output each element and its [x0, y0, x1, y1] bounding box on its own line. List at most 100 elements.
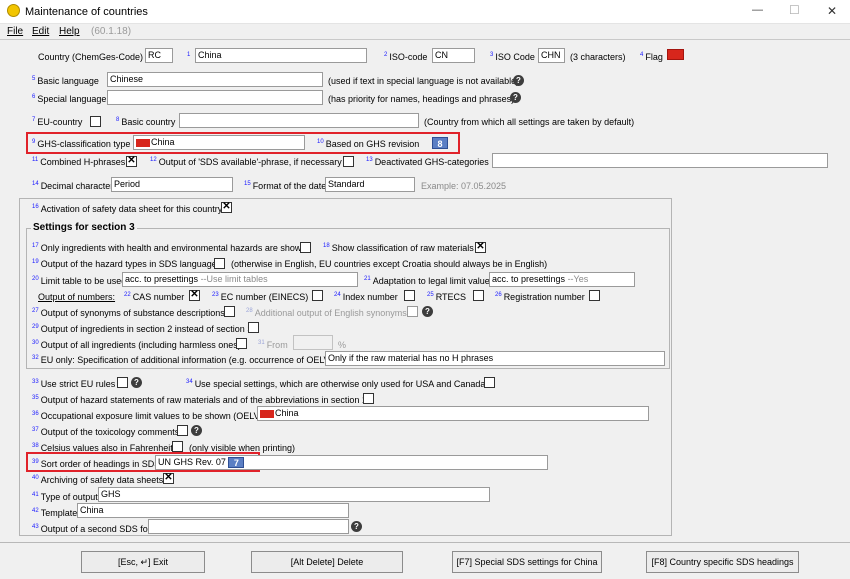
- oelv-input[interactable]: China: [257, 406, 649, 421]
- menu-file[interactable]: File: [7, 26, 23, 37]
- text: Output of the hazard types in SDS langua…: [40, 259, 217, 269]
- text: Index number: [342, 292, 398, 302]
- num: 33: [32, 379, 39, 385]
- num: 31: [258, 340, 265, 346]
- decimal-input[interactable]: Period: [111, 177, 233, 192]
- num: 11: [32, 157, 39, 163]
- help-icon[interactable]: ?: [422, 306, 433, 317]
- text: RTECS: [435, 292, 467, 302]
- flag-china-icon[interactable]: [667, 49, 684, 60]
- maximize-button[interactable]: ☐: [789, 3, 800, 17]
- special-language-input[interactable]: [107, 90, 323, 105]
- country-code-input[interactable]: RC: [145, 48, 173, 63]
- eu-country-checkbox[interactable]: [90, 116, 101, 127]
- ec-checkbox[interactable]: [312, 290, 323, 301]
- sds-available-checkbox[interactable]: [343, 156, 354, 167]
- text: Output of 'SDS available'-phrase, if nec…: [158, 157, 342, 167]
- text: Occupational exposure limit values to be…: [40, 411, 263, 421]
- iso3-hint: (3 characters): [570, 52, 626, 62]
- menu-help[interactable]: Help: [59, 26, 80, 37]
- menu-edit[interactable]: Edit: [32, 26, 49, 37]
- sds-activation-checkbox[interactable]: [221, 201, 232, 213]
- limit-table-input[interactable]: acc. to presettings --Use limit tables: [122, 272, 358, 287]
- ghs-revision-badge[interactable]: 8: [432, 137, 448, 149]
- text: UN GHS Rev. 07: [158, 457, 226, 467]
- basic-country-input[interactable]: [179, 113, 419, 128]
- date-format-input[interactable]: Standard: [325, 177, 415, 192]
- num: 10: [317, 139, 324, 145]
- flag-label: 4 Flag: [640, 51, 663, 65]
- strict-eu-checkbox[interactable]: [117, 377, 128, 388]
- ghs-type-input[interactable]: China: [133, 135, 305, 150]
- special-usa-checkbox[interactable]: [484, 377, 495, 388]
- text: Use special settings, which are otherwis…: [194, 379, 486, 389]
- country-name-input[interactable]: China: [195, 48, 367, 63]
- help-icon[interactable]: ?: [510, 92, 521, 103]
- index-checkbox[interactable]: [404, 290, 415, 301]
- type-output-input[interactable]: GHS: [98, 487, 490, 502]
- eu-only-label: 32 EU only: Specification of additional i…: [32, 354, 337, 368]
- help-icon[interactable]: ?: [191, 425, 202, 436]
- basic-language-input[interactable]: Chinese: [107, 72, 323, 87]
- sort-order-input[interactable]: UN GHS Rev. 07 7: [155, 455, 548, 470]
- celsius-checkbox[interactable]: [172, 441, 183, 452]
- help-icon[interactable]: ?: [513, 75, 524, 86]
- num: 40: [32, 475, 39, 481]
- archiving-checkbox[interactable]: [163, 472, 174, 484]
- special-language-label: 6 Special language: [32, 93, 106, 107]
- cas-checkbox[interactable]: [189, 289, 200, 301]
- limit-table-label: 20 Limit table to be used: [32, 275, 126, 289]
- english-synonyms-checkbox[interactable]: [407, 306, 418, 317]
- flag-china-icon: [136, 138, 150, 147]
- text: Only ingredients with health and environ…: [40, 243, 307, 253]
- registration-checkbox[interactable]: [589, 290, 600, 301]
- hazard-statements-checkbox[interactable]: [363, 393, 374, 404]
- text: acc. to presettings: [125, 274, 199, 284]
- close-button[interactable]: ✕: [827, 4, 837, 18]
- text: Format of the date: [252, 181, 327, 191]
- help-icon[interactable]: ?: [131, 377, 142, 388]
- special-sds-settings-button[interactable]: [F7] Special SDS settings for China: [452, 551, 602, 573]
- combined-h-checkbox[interactable]: [126, 155, 137, 167]
- template-input[interactable]: China: [77, 503, 349, 518]
- num: 6: [32, 94, 36, 100]
- num: 4: [640, 52, 644, 58]
- deactivated-ghs-input[interactable]: [492, 153, 828, 168]
- text: Output of all ingredients (including har…: [40, 340, 241, 350]
- all-ingredients-checkbox[interactable]: [236, 338, 247, 349]
- exit-button[interactable]: [Esc, ↵] Exit: [81, 551, 205, 573]
- text: China: [151, 137, 175, 147]
- country-sds-headings-button[interactable]: [F8] Country specific SDS headings: [646, 551, 799, 573]
- show-classification-checkbox[interactable]: [475, 241, 486, 253]
- only-ingredients-checkbox[interactable]: [300, 242, 311, 253]
- iso-code-input[interactable]: CN: [432, 48, 475, 63]
- num: 32: [32, 355, 39, 361]
- text: Special language: [37, 94, 107, 104]
- index-label: 24 Index number: [334, 291, 398, 305]
- text: Output of a second SDS for: [40, 524, 151, 534]
- iso3-label: 3 ISO Code: [490, 51, 535, 65]
- basic-country-label: 8 Basic country: [116, 116, 175, 130]
- num: 36: [32, 411, 39, 417]
- eu-only-input[interactable]: Only if the raw material has no H phrase…: [325, 351, 665, 366]
- version-label: (60.1.18): [91, 26, 132, 37]
- rtecs-checkbox[interactable]: [473, 290, 484, 301]
- toxicology-checkbox[interactable]: [177, 425, 188, 436]
- text: EU only: Specification of additional inf…: [40, 355, 338, 365]
- deactivated-ghs-label: 13 Deactivated GHS-categories: [366, 156, 489, 170]
- adaptation-input[interactable]: acc. to presettings --Yes: [489, 272, 635, 287]
- help-icon[interactable]: ?: [351, 521, 362, 532]
- hazard-types-hint: (otherwise in English, EU countries exce…: [231, 259, 548, 269]
- minimize-button[interactable]: —: [752, 4, 763, 16]
- iso3-input[interactable]: CHN: [538, 48, 565, 63]
- hazard-types-checkbox[interactable]: [214, 258, 225, 269]
- section2-checkbox[interactable]: [248, 322, 259, 333]
- archiving-label: 40 Archiving of safety data sheets: [32, 474, 163, 488]
- num: 13: [366, 157, 373, 163]
- synonyms-checkbox[interactable]: [224, 306, 235, 317]
- delete-button[interactable]: [Alt Delete] Delete: [251, 551, 403, 573]
- hazard-types-label: 19 Output of the hazard types in SDS lang…: [32, 258, 217, 272]
- from-input[interactable]: [293, 335, 333, 350]
- text: GHS-classification type: [37, 139, 131, 149]
- second-sds-input[interactable]: [148, 519, 349, 534]
